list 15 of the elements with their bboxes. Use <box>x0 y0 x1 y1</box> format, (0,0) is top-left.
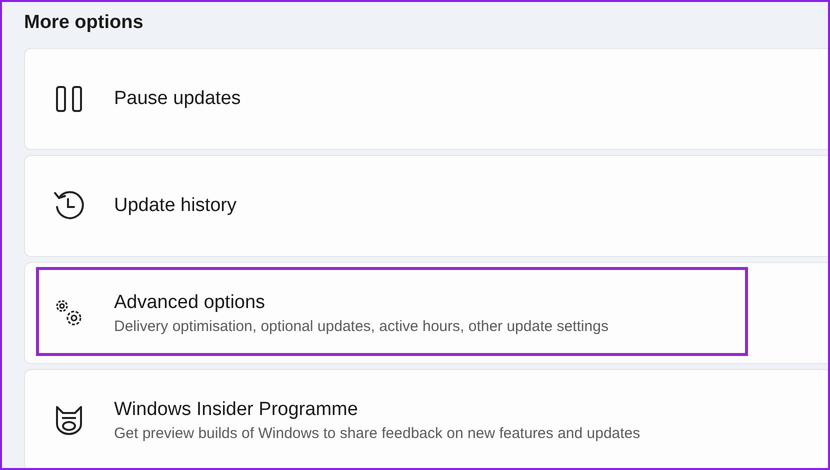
option-title: Windows Insider Programme <box>114 398 359 420</box>
settings-card[interactable]: Windows Insider Programme Get preview builds of Windows to share feedback on new features and updates <box>24 369 828 468</box>
settings-card[interactable]: Advanced options Delivery optimisation, optional updates, active hours, other update settings <box>24 262 828 364</box>
history-icon <box>54 191 84 220</box>
settings-card[interactable]: Update history <box>24 155 828 257</box>
settings-card[interactable]: Pause updates <box>24 48 828 150</box>
option-title: Update history <box>114 195 237 217</box>
option-description: Delivery optimisation, optional updates, active hours, other update settings <box>114 318 608 334</box>
gears-icon <box>56 300 82 326</box>
option-title: Pause updates <box>114 88 241 110</box>
option-description: Get preview builds of Windows to share feedback on new features and updates <box>114 424 640 442</box>
option-title: Advanced options <box>114 292 266 314</box>
section-title: More options <box>23 11 144 35</box>
cat-icon <box>56 406 82 435</box>
pause-icon <box>56 86 82 112</box>
